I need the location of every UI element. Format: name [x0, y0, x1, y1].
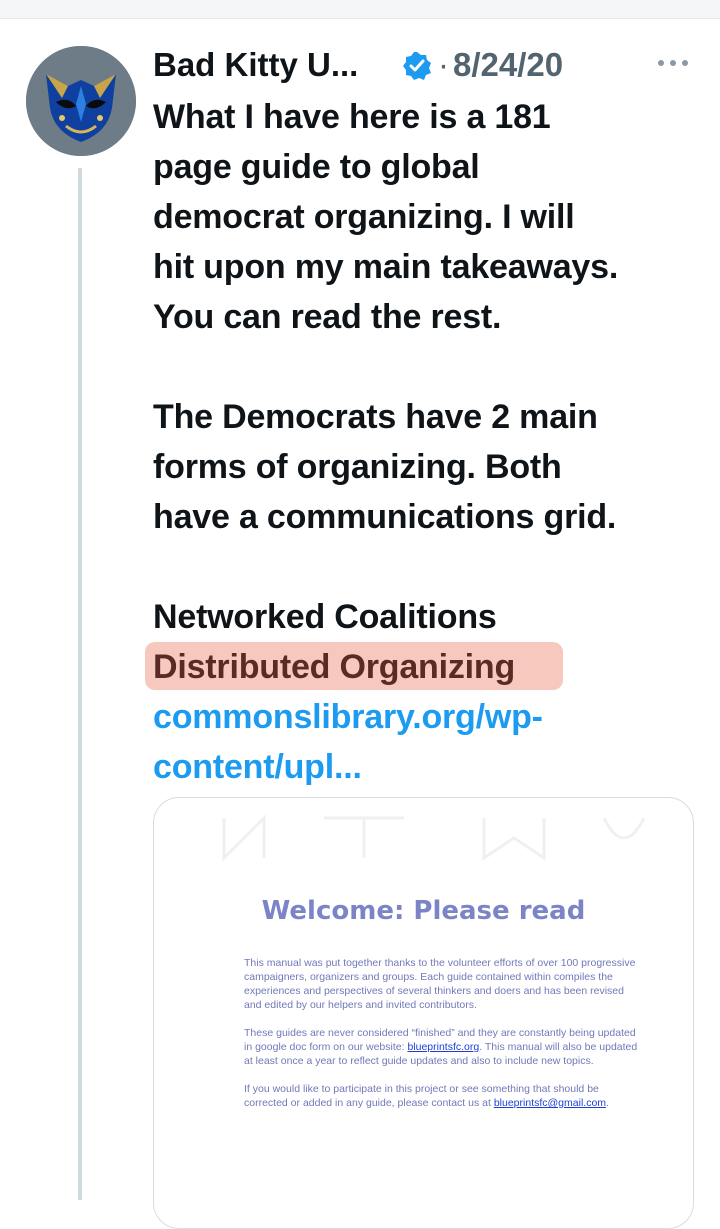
card-paragraph: This manual was put together thanks to t… [244, 957, 636, 1011]
tweet-text: What I have here is a 181 page guide to … [145, 92, 708, 792]
list-item-distributed-organizing-row: Distributed Organizing [145, 642, 708, 692]
top-edge [0, 0, 720, 19]
list-item-networked-coalitions: Networked Coalitions [153, 598, 497, 636]
separator-dot: · [438, 46, 449, 83]
article-link-continued[interactable]: content/upl... [153, 742, 708, 792]
avatar[interactable] [26, 46, 136, 156]
card-title: Welcome: Please read [261, 896, 586, 926]
tweet-paragraph-1: What I have here is a 181 page guide to … [153, 92, 708, 342]
thread-line [78, 168, 82, 1200]
text-line: forms of organizing. Both [153, 448, 562, 486]
highlight-marker: Distributed Organizing [145, 642, 564, 692]
text-line: You can read the rest. [153, 298, 502, 336]
contact-email-link[interactable]: blueprintsfc@gmail.com [494, 1097, 606, 1109]
author-name[interactable]: Bad Kitty U... [153, 44, 358, 86]
card-paragraph: These guides are never considered “finis… [244, 1027, 638, 1067]
verified-badge-icon [401, 50, 433, 82]
text-line: What I have here is a 181 [153, 98, 551, 136]
list-item-distributed-organizing: Distributed Organizing [153, 648, 516, 686]
more-options-icon[interactable] [653, 46, 693, 80]
card-body: This manual was put together thanks to t… [244, 956, 644, 1124]
card-background-art [222, 814, 646, 862]
blueprints-website-link[interactable]: blueprintsfc.org [407, 1041, 479, 1053]
tweet-header: Bad Kitty U... · 8/24/20 [153, 44, 703, 90]
link-preview-card[interactable]: Welcome: Please read This manual was put… [153, 797, 694, 1229]
tweet-date[interactable]: 8/24/20 [453, 44, 563, 86]
text-line: have a communications grid. [153, 498, 617, 536]
text-line: The Democrats have 2 main [153, 398, 598, 436]
text-line: page guide to global [153, 148, 480, 186]
text-line: democrat organizing. I will [153, 198, 575, 236]
text-line: hit upon my main takeaways. [153, 248, 619, 286]
cat-mask-avatar-image [26, 46, 136, 156]
tweet-paragraph-3: Networked Coalitions Distributed Organiz… [145, 592, 708, 792]
tweet-paragraph-2: The Democrats have 2 main forms of organ… [153, 392, 708, 542]
article-link[interactable]: commonslibrary.org/wp- [153, 692, 708, 742]
card-paragraph: If you would like to participate in this… [244, 1083, 609, 1109]
